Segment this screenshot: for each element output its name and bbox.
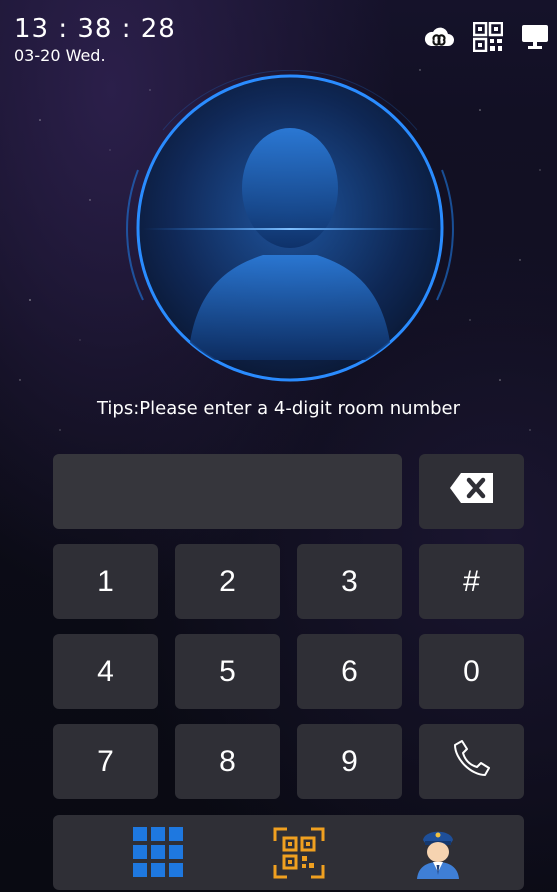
key-5[interactable]: 5 bbox=[175, 634, 280, 709]
key-8[interactable]: 8 bbox=[175, 724, 280, 799]
status-area: 13 : 38 : 28 03-20 Wed. bbox=[14, 14, 176, 65]
qr-scan-icon[interactable] bbox=[273, 827, 325, 883]
backspace-icon bbox=[449, 472, 495, 512]
tips-text: Tips:Please enter a 4-digit room number bbox=[96, 398, 461, 419]
phone-icon bbox=[450, 736, 494, 788]
key-3[interactable]: 3 bbox=[297, 544, 402, 619]
key-7[interactable]: 7 bbox=[53, 724, 158, 799]
bottom-bar bbox=[53, 815, 524, 890]
key-6[interactable]: 6 bbox=[297, 634, 402, 709]
key-hash[interactable]: # bbox=[419, 544, 524, 619]
key-2[interactable]: 2 bbox=[175, 544, 280, 619]
backspace-button[interactable] bbox=[419, 454, 524, 529]
call-button[interactable] bbox=[419, 724, 524, 799]
apps-grid-icon[interactable] bbox=[133, 827, 183, 881]
room-number-input[interactable] bbox=[53, 454, 402, 529]
face-avatar-illustration bbox=[126, 70, 454, 382]
qr-code-icon[interactable] bbox=[473, 22, 503, 52]
key-9[interactable]: 9 bbox=[297, 724, 402, 799]
security-guard-icon[interactable] bbox=[415, 827, 461, 883]
key-0[interactable]: 0 bbox=[419, 634, 524, 709]
clock: 13 : 38 : 28 bbox=[14, 14, 176, 44]
cloud-link-icon[interactable] bbox=[423, 26, 455, 48]
top-icon-bar bbox=[423, 22, 549, 52]
date: 03-20 Wed. bbox=[14, 46, 106, 65]
key-1[interactable]: 1 bbox=[53, 544, 158, 619]
key-4[interactable]: 4 bbox=[53, 634, 158, 709]
monitor-icon[interactable] bbox=[521, 24, 549, 50]
